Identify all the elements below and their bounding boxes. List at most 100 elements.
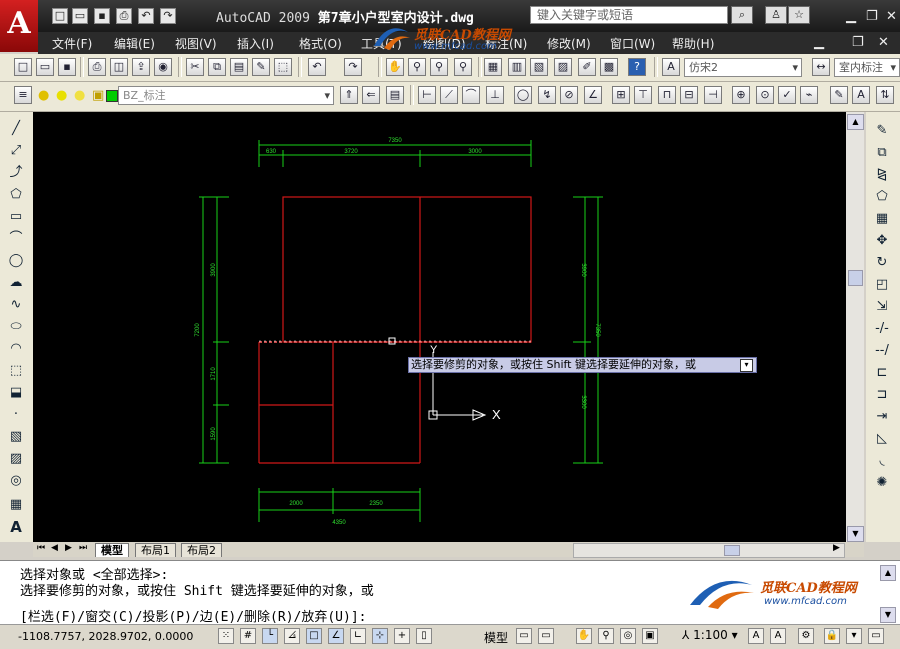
horizontal-scrollbar[interactable]	[573, 543, 845, 558]
dyn-icon[interactable]: ⊹	[372, 628, 388, 644]
menu-edit[interactable]: 编辑(E)	[114, 35, 155, 52]
region-icon[interactable]: ◎	[7, 472, 25, 490]
favorites-icon[interactable]: ☆	[788, 6, 810, 24]
make-block-icon[interactable]: ⬓	[7, 384, 25, 402]
qnew-icon[interactable]: □	[14, 58, 32, 76]
lock-toolbars-icon[interactable]: 🔒	[824, 628, 840, 644]
zoom-status-icon[interactable]: ⚲	[598, 628, 614, 644]
table-icon[interactable]: ▦	[7, 496, 25, 514]
application-menu-button[interactable]: A	[0, 0, 38, 52]
chamfer-icon[interactable]: ◺	[873, 430, 891, 448]
steeringwheel-icon[interactable]: ◎	[620, 628, 636, 644]
menu-modify[interactable]: 修改(M)	[547, 35, 591, 52]
mtext-icon[interactable]: A	[7, 518, 25, 536]
break-at-point-icon[interactable]: ⊏	[873, 364, 891, 382]
undo-toolbar-icon[interactable]: ↶	[308, 58, 326, 76]
menu-window[interactable]: 窗口(W)	[610, 35, 655, 52]
arc-length-icon[interactable]: ⌒	[462, 86, 480, 104]
layer-state-icon[interactable]: ▤	[386, 86, 404, 104]
open-icon[interactable]: ▭	[36, 58, 54, 76]
ordinate-icon[interactable]: ⊥	[486, 86, 504, 104]
scroll-thumb[interactable]	[848, 270, 863, 286]
ellipse-arc-icon[interactable]: ◠	[7, 340, 25, 358]
drawing-canvas[interactable]: 7350 630 3720 3000 2000 2350 4350 7200 3…	[33, 112, 846, 542]
tab-next-icon[interactable]: ▶	[65, 543, 72, 553]
copy-object-icon[interactable]: ⧉	[873, 144, 891, 162]
dim-style-select[interactable]: 室内标注	[834, 58, 900, 77]
annotation-scale[interactable]: ⅄ 1:100 ▾	[682, 628, 738, 642]
match-properties-icon[interactable]: ✎	[252, 58, 270, 76]
scroll-down-icon[interactable]: ▼	[847, 526, 864, 542]
showmotion-icon[interactable]: ▣	[642, 628, 658, 644]
sheet-set-icon[interactable]: ▨	[554, 58, 572, 76]
tab-last-icon[interactable]: ⏭	[79, 543, 87, 553]
cmd-scroll-up-icon[interactable]: ▲	[880, 565, 896, 581]
doc-restore-icon[interactable]: ❐	[852, 35, 864, 50]
fillet-icon[interactable]: ◟	[873, 452, 891, 470]
gradient-icon[interactable]: ▨	[7, 450, 25, 468]
tolerance-icon[interactable]: ⊕	[732, 86, 750, 104]
pan-icon[interactable]: ✋	[386, 58, 404, 76]
coordinates-readout[interactable]: -1108.7757, 2028.9702, 0.0000	[18, 630, 193, 643]
inspect-icon[interactable]: ✓	[778, 86, 796, 104]
close-icon[interactable]: ✕	[886, 9, 897, 24]
3d-dwf-icon[interactable]: ◉	[154, 58, 172, 76]
polar-icon[interactable]: ⦞	[284, 628, 300, 644]
save-icon[interactable]: ▪	[94, 8, 110, 24]
markup-icon[interactable]: ✐	[578, 58, 596, 76]
search-input[interactable]: 键入关键字或短语	[530, 6, 728, 24]
quick-dim-icon[interactable]: ⊞	[612, 86, 630, 104]
design-center-icon[interactable]: ▥	[508, 58, 526, 76]
cmd-scroll-down-icon[interactable]: ▼	[880, 607, 896, 623]
clean-screen-icon[interactable]: ▭	[868, 628, 884, 644]
menu-file[interactable]: 文件(F)	[52, 35, 92, 52]
otrack-icon[interactable]: ∠	[328, 628, 344, 644]
dim-style-icon[interactable]: ↔	[812, 58, 830, 76]
hscroll-right-icon[interactable]: ▶	[833, 543, 840, 553]
angular-icon[interactable]: ∠	[584, 86, 602, 104]
dim-edit-icon[interactable]: ✎	[830, 86, 848, 104]
hatch-icon[interactable]: ▧	[7, 428, 25, 446]
dim-text-edit-icon[interactable]: A	[852, 86, 870, 104]
revcloud-icon[interactable]: ☁	[7, 274, 25, 292]
continue-icon[interactable]: ⊓	[658, 86, 676, 104]
hscroll-thumb[interactable]	[724, 545, 740, 556]
rectangle-icon[interactable]: ▭	[7, 208, 25, 226]
tab-layout1[interactable]: 布局1	[135, 543, 176, 557]
extend-icon[interactable]: --/	[873, 342, 891, 360]
help-icon[interactable]: ?	[628, 58, 646, 76]
tooltip-options-icon[interactable]: ▾	[740, 359, 753, 372]
properties-icon[interactable]: ▦	[484, 58, 502, 76]
array-icon[interactable]: ▦	[873, 210, 891, 228]
menu-view[interactable]: 视图(V)	[175, 35, 217, 52]
viewport-freeze-icon[interactable]: ●	[74, 88, 85, 103]
zoom-window-icon[interactable]: ⚲	[430, 58, 448, 76]
restore-icon[interactable]: ❐	[866, 9, 878, 24]
insert-block-icon[interactable]: ⬚	[7, 362, 25, 380]
ortho-icon[interactable]: └	[262, 628, 278, 644]
polygon-icon[interactable]: ⬠	[7, 186, 25, 204]
aligned-dim-icon[interactable]: ⟋	[440, 86, 458, 104]
mirror-icon[interactable]: ⧎	[873, 166, 891, 184]
command-window[interactable]: 选择对象或 <全部选择>: 选择要修剪的对象，或按住 Shift 键选择要延伸的…	[0, 560, 900, 627]
layer-select[interactable]: BZ_标注	[118, 86, 334, 105]
doc-close-icon[interactable]: ✕	[878, 35, 889, 50]
paste-icon[interactable]: ▤	[230, 58, 248, 76]
new-file-icon[interactable]: □	[52, 8, 68, 24]
stretch-icon[interactable]: ⇲	[873, 298, 891, 316]
make-current-icon[interactable]: ⇑	[340, 86, 358, 104]
offset-icon[interactable]: ⬠	[873, 188, 891, 206]
undo-icon[interactable]: ↶	[138, 8, 154, 24]
sun-icon[interactable]: ●	[56, 88, 67, 103]
tool-palettes-icon[interactable]: ▧	[530, 58, 548, 76]
tab-first-icon[interactable]: ⏮	[37, 543, 45, 553]
menu-insert[interactable]: 插入(I)	[237, 35, 274, 52]
break-object-icon[interactable]: ⊐	[873, 386, 891, 404]
doc-minimize-icon[interactable]: ▁	[814, 35, 824, 50]
grid-icon[interactable]: #	[240, 628, 256, 644]
subscription-icon[interactable]: ♙	[765, 6, 787, 24]
calculator-icon[interactable]: ▩	[600, 58, 618, 76]
status-menu-icon[interactable]: ▾	[846, 628, 862, 644]
menu-help[interactable]: 帮助(H)	[672, 35, 714, 52]
zoom-previous-icon[interactable]: ⚲	[454, 58, 472, 76]
